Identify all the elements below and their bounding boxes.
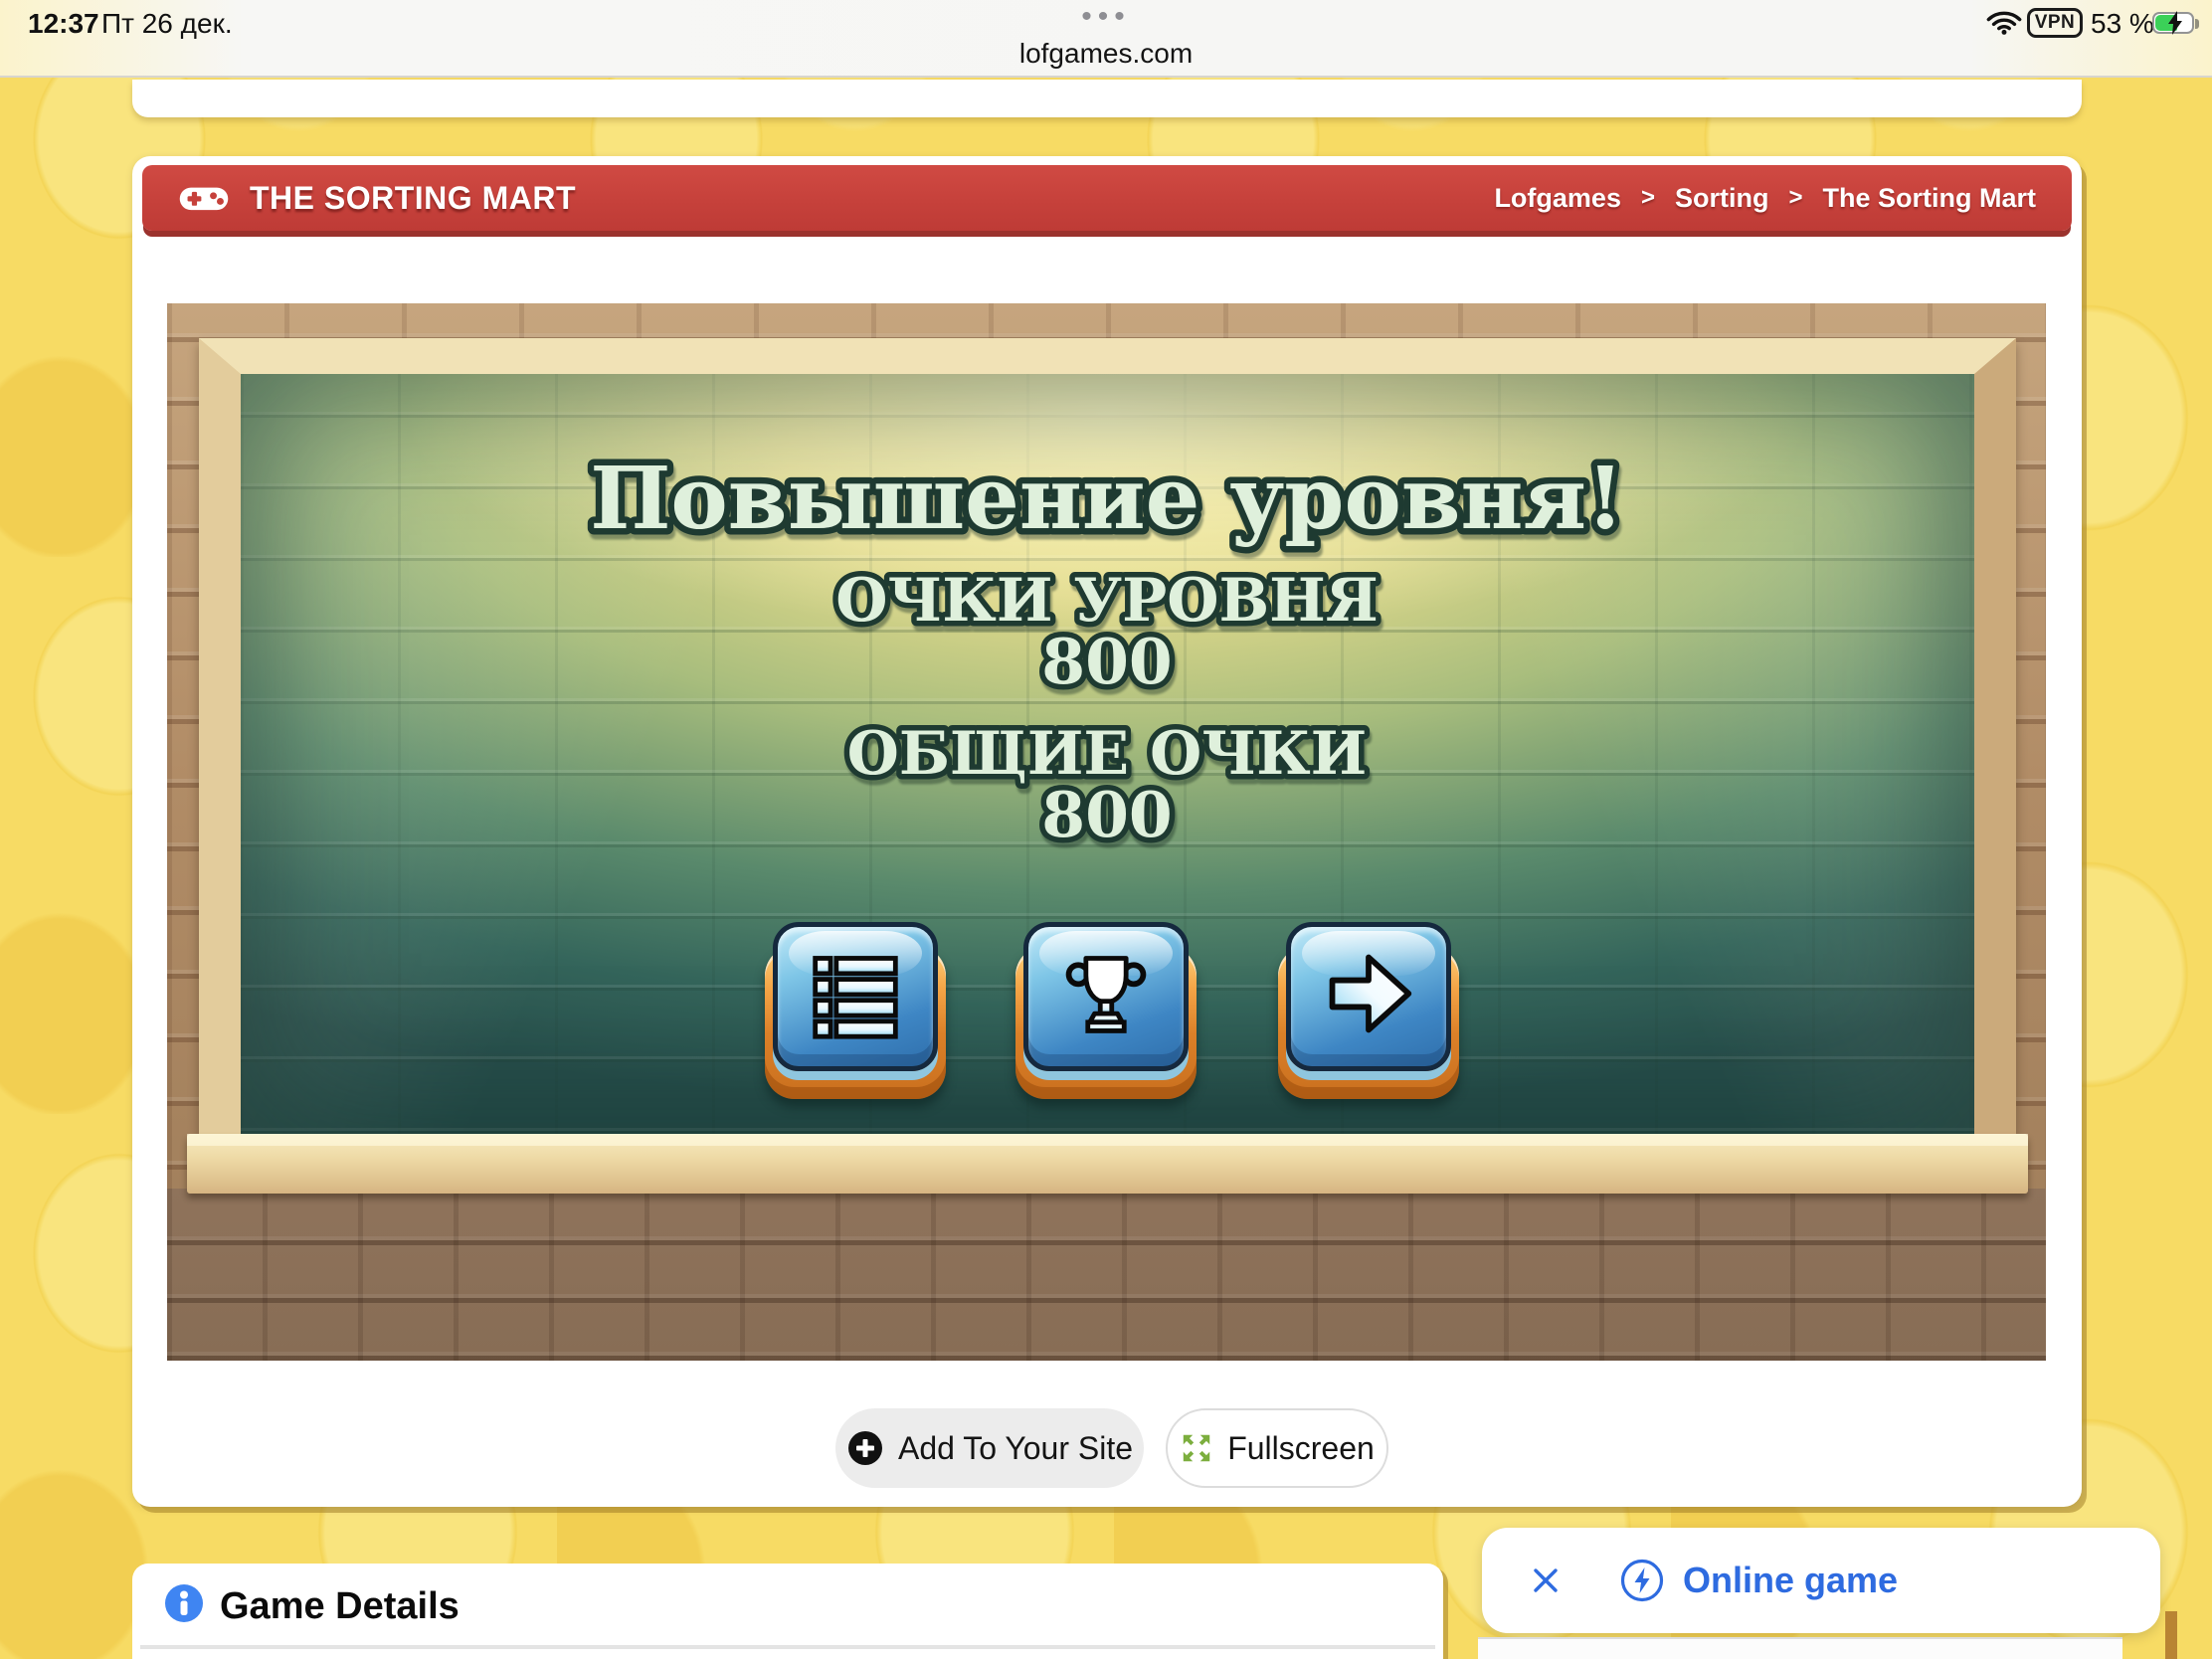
plus-circle-icon xyxy=(846,1429,884,1467)
page-title: THE SORTING MART xyxy=(250,180,576,217)
levelup-title: Повышение уровня! xyxy=(490,441,1724,560)
wifi-icon xyxy=(1985,6,2023,41)
address-bar-url[interactable]: lofgames.com xyxy=(1019,38,1193,70)
breadcrumb-item-the-sorting-mart: The Sorting Mart xyxy=(1823,183,2037,214)
trophy-button[interactable] xyxy=(1014,922,1198,1101)
online-game-label: Online game xyxy=(1683,1560,1898,1601)
svg-text:Повышение уровня!: Повышение уровня! xyxy=(590,449,1624,549)
online-game-popup: Online game xyxy=(1482,1528,2160,1633)
menu-button[interactable] xyxy=(763,922,948,1101)
breadcrumb-separator: > xyxy=(1788,184,1802,212)
details-divider xyxy=(140,1645,1435,1649)
date-label: Пт 26 дек. xyxy=(101,8,233,40)
previous-card-fragment xyxy=(132,80,2082,117)
next-button[interactable] xyxy=(1276,922,1461,1101)
fullscreen-button[interactable]: Fullscreen xyxy=(1166,1408,1388,1488)
svg-text:800: 800 xyxy=(1041,625,1173,698)
breadcrumb-item-lofgames[interactable]: Lofgames xyxy=(1494,183,1621,214)
add-to-site-button[interactable]: Add To Your Site xyxy=(835,1408,1144,1488)
game-details-title: Game Details xyxy=(220,1585,460,1628)
gamepad-icon xyxy=(178,180,230,216)
game-stage: Повышение уровня! ОЧКИ УРОВНЯ 800 ОБЩИЕ … xyxy=(167,303,2046,1361)
popup-shadow-strip xyxy=(2165,1611,2177,1659)
info-icon xyxy=(164,1583,204,1623)
game-details-card: Game Details xyxy=(132,1564,1443,1659)
lightning-icon xyxy=(1619,1558,1665,1603)
next-icon xyxy=(1321,946,1416,1046)
battery-percent-label: 53 % xyxy=(2091,8,2154,40)
lower-brick-wall xyxy=(167,1189,2046,1361)
close-icon[interactable] xyxy=(1528,1563,1564,1598)
window-sill xyxy=(187,1134,2028,1194)
tab-overview-dots[interactable]: ••• xyxy=(1081,0,1131,34)
vpn-badge: VPN xyxy=(2027,8,2083,38)
breadcrumb-separator: > xyxy=(1641,184,1655,212)
status-bar: 12:37 Пт 26 дек. ••• lofgames.com VPN 53… xyxy=(0,0,2212,78)
popup-sub-panel xyxy=(1478,1637,2122,1659)
breadcrumb-item-sorting[interactable]: Sorting xyxy=(1675,183,1769,214)
expand-icon xyxy=(1180,1431,1213,1465)
battery-charging-icon xyxy=(2152,12,2194,34)
trophy-icon xyxy=(1058,946,1154,1046)
svg-text:800: 800 xyxy=(1041,778,1173,851)
level-points-value: 800 xyxy=(858,622,1356,705)
fullscreen-label: Fullscreen xyxy=(1227,1430,1375,1467)
vpn-label: VPN xyxy=(2035,12,2076,34)
main-card: THE SORTING MART Lofgames > Sorting > Th… xyxy=(132,156,2082,1507)
add-to-site-label: Add To Your Site xyxy=(898,1430,1133,1467)
breadcrumb: Lofgames > Sorting > The Sorting Mart xyxy=(1494,183,2036,214)
game-header-bar: THE SORTING MART Lofgames > Sorting > Th… xyxy=(142,165,2072,231)
total-points-value: 800 xyxy=(858,775,1356,858)
clock-label: 12:37 xyxy=(28,8,99,40)
menu-icon xyxy=(808,946,903,1046)
